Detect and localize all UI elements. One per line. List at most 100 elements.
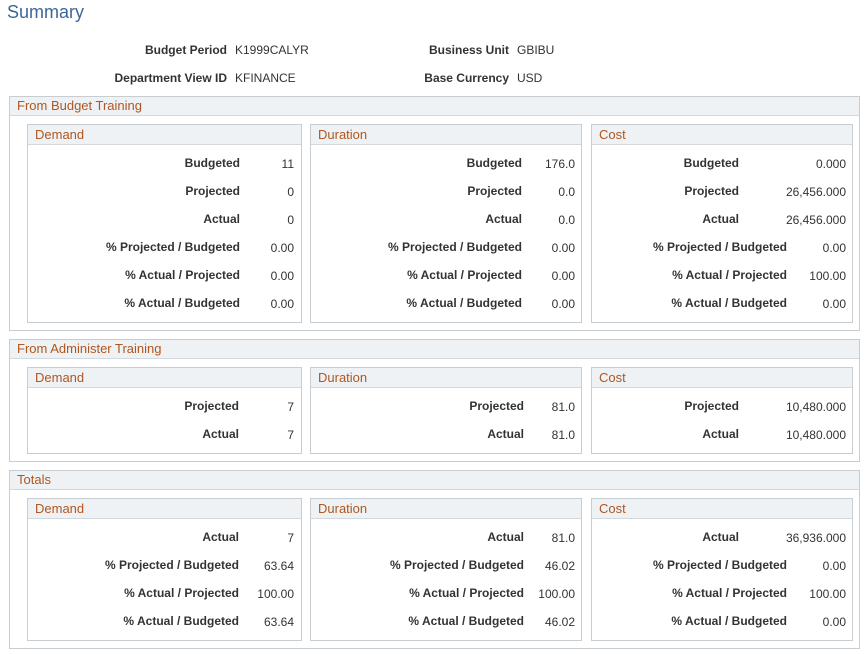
duration-row-pct-actual-projected: % Actual / Projected 0.00 — [311, 268, 581, 284]
box-title: Cost — [592, 499, 852, 519]
cost-row-projected: Projected 26,456.000 — [592, 184, 852, 200]
demand-box: Demand Projected 7 Actual 7 — [27, 367, 302, 454]
row-label: % Actual / Budgeted — [671, 296, 787, 310]
row-label: Projected — [469, 399, 524, 413]
row-value: 10,480.000 — [785, 400, 846, 414]
demand-row-actual: Actual 7 — [28, 530, 301, 546]
duration-row-projected: Projected 81.0 — [311, 399, 581, 415]
row-label: % Actual / Budgeted — [408, 614, 524, 628]
duration-row-pct-projected-budgeted: % Projected / Budgeted 46.02 — [311, 558, 581, 574]
row-value: 100.00 — [538, 587, 575, 601]
box-title: Demand — [28, 499, 301, 519]
duration-row-pct-actual-budgeted: % Actual / Budgeted 0.00 — [311, 296, 581, 312]
row-value: 0.00 — [822, 297, 846, 311]
budget-period-value: K1999CALYR — [235, 43, 309, 57]
cost-row-pct-projected-budgeted: % Projected / Budgeted 0.00 — [592, 240, 852, 256]
row-label: Budgeted — [466, 156, 522, 170]
demand-row-actual: Actual 7 — [28, 427, 301, 443]
row-value: 26,456.000 — [785, 185, 846, 199]
duration-box: Duration Budgeted 176.0 Projected 0.0 Actu… — [310, 124, 582, 323]
row-label: Projected — [467, 184, 522, 198]
row-value: 7 — [287, 531, 294, 545]
demand-row-pct-actual-budgeted: % Actual / Budgeted 0.00 — [28, 296, 301, 312]
row-value: 100.00 — [809, 587, 846, 601]
row-value: 7 — [287, 428, 294, 442]
duration-row-projected: Projected 0.0 — [311, 184, 581, 200]
cost-row-pct-actual-projected: % Actual / Projected 100.00 — [592, 586, 852, 602]
row-label: % Actual / Projected — [124, 586, 239, 600]
row-label: % Actual / Budgeted — [123, 614, 239, 628]
row-label: Actual — [485, 212, 522, 226]
row-label: Actual — [702, 212, 739, 226]
box-title: Duration — [311, 125, 581, 145]
row-label: Budgeted — [184, 156, 240, 170]
base-currency-label: Base Currency — [424, 71, 509, 85]
budget-period-label: Budget Period — [144, 43, 227, 57]
row-label: Projected — [185, 184, 240, 198]
department-view-value: KFINANCE — [235, 71, 296, 85]
box-title: Duration — [311, 499, 581, 519]
demand-row-budgeted: Budgeted 11 — [28, 156, 301, 172]
row-value: 0.00 — [270, 269, 294, 283]
box-title: Duration — [311, 368, 581, 388]
row-label: Projected — [684, 399, 739, 413]
row-label: Budgeted — [683, 156, 739, 170]
section-title: From Administer Training — [10, 340, 859, 359]
page-title: Summary — [7, 2, 85, 22]
row-value: 0.00 — [822, 241, 846, 255]
demand-row-pct-actual-projected: % Actual / Projected 0.00 — [28, 268, 301, 284]
row-label: % Actual / Projected — [125, 268, 240, 282]
row-value: 81.0 — [551, 400, 575, 414]
row-label: % Projected / Budgeted — [104, 558, 239, 572]
duration-row-budgeted: Budgeted 176.0 — [311, 156, 581, 172]
row-value: 0.00 — [822, 559, 846, 573]
row-value: 100.00 — [809, 269, 846, 283]
row-label: Actual — [487, 530, 524, 544]
cost-row-actual: Actual 26,456.000 — [592, 212, 852, 228]
row-label: Actual — [702, 427, 739, 441]
row-value: 46.02 — [544, 615, 575, 629]
row-label: Actual — [702, 530, 739, 544]
duration-row-pct-projected-budgeted: % Projected / Budgeted 0.00 — [311, 240, 581, 256]
row-label: Actual — [487, 427, 524, 441]
business-unit-value: GBIBU — [517, 43, 555, 57]
duration-row-actual: Actual 81.0 — [311, 530, 581, 546]
section-budget-training: From Budget Training Demand Budgeted 11 P… — [9, 96, 860, 331]
duration-box: Duration Projected 81.0 Actual 81.0 — [310, 367, 582, 454]
row-value: 0.00 — [551, 269, 575, 283]
department-view-label: Department View ID — [114, 71, 227, 85]
cost-box: Cost Budgeted 0.000 Projected 26,456.000 A… — [591, 124, 853, 323]
section-totals: Totals Demand Actual 7 % Projected / Budg… — [9, 470, 860, 649]
row-label: % Projected / Budgeted — [105, 240, 240, 254]
row-label: % Actual / Budgeted — [124, 296, 240, 310]
cost-row-pct-actual-budgeted: % Actual / Budgeted 0.00 — [592, 614, 852, 630]
box-title: Demand — [28, 368, 301, 388]
row-value: 0.00 — [551, 241, 575, 255]
demand-row-pct-actual-budgeted: % Actual / Budgeted 63.64 — [28, 614, 301, 630]
duration-row-pct-actual-projected: % Actual / Projected 100.00 — [311, 586, 581, 602]
duration-box: Duration Actual 81.0 % Projected / Budget… — [310, 498, 582, 641]
row-label: % Actual / Budgeted — [671, 614, 787, 628]
row-value: 0.0 — [558, 185, 575, 199]
box-title: Cost — [592, 125, 852, 145]
duration-row-actual: Actual 81.0 — [311, 427, 581, 443]
duration-row-actual: Actual 0.0 — [311, 212, 581, 228]
duration-row-pct-actual-budgeted: % Actual / Budgeted 46.02 — [311, 614, 581, 630]
row-value: 0 — [287, 213, 294, 227]
row-value: 0 — [287, 185, 294, 199]
row-value: 81.0 — [551, 428, 575, 442]
row-label: Actual — [202, 427, 239, 441]
demand-row-pct-projected-budgeted: % Projected / Budgeted 63.64 — [28, 558, 301, 574]
cost-row-pct-actual-budgeted: % Actual / Budgeted 0.00 — [592, 296, 852, 312]
section-title: From Budget Training — [10, 97, 859, 116]
section-administer-training: From Administer Training Demand Projecte… — [9, 339, 860, 462]
row-label: % Actual / Projected — [672, 586, 787, 600]
row-label: % Actual / Projected — [409, 586, 524, 600]
demand-box: Demand Budgeted 11 Projected 0 Actual 0 % P… — [27, 124, 302, 323]
demand-box: Demand Actual 7 % Projected / Budgeted 63.… — [27, 498, 302, 641]
row-label: % Projected / Budgeted — [652, 558, 787, 572]
row-label: Actual — [203, 212, 240, 226]
cost-row-projected: Projected 10,480.000 — [592, 399, 852, 415]
box-title: Cost — [592, 368, 852, 388]
row-value: 0.00 — [822, 615, 846, 629]
